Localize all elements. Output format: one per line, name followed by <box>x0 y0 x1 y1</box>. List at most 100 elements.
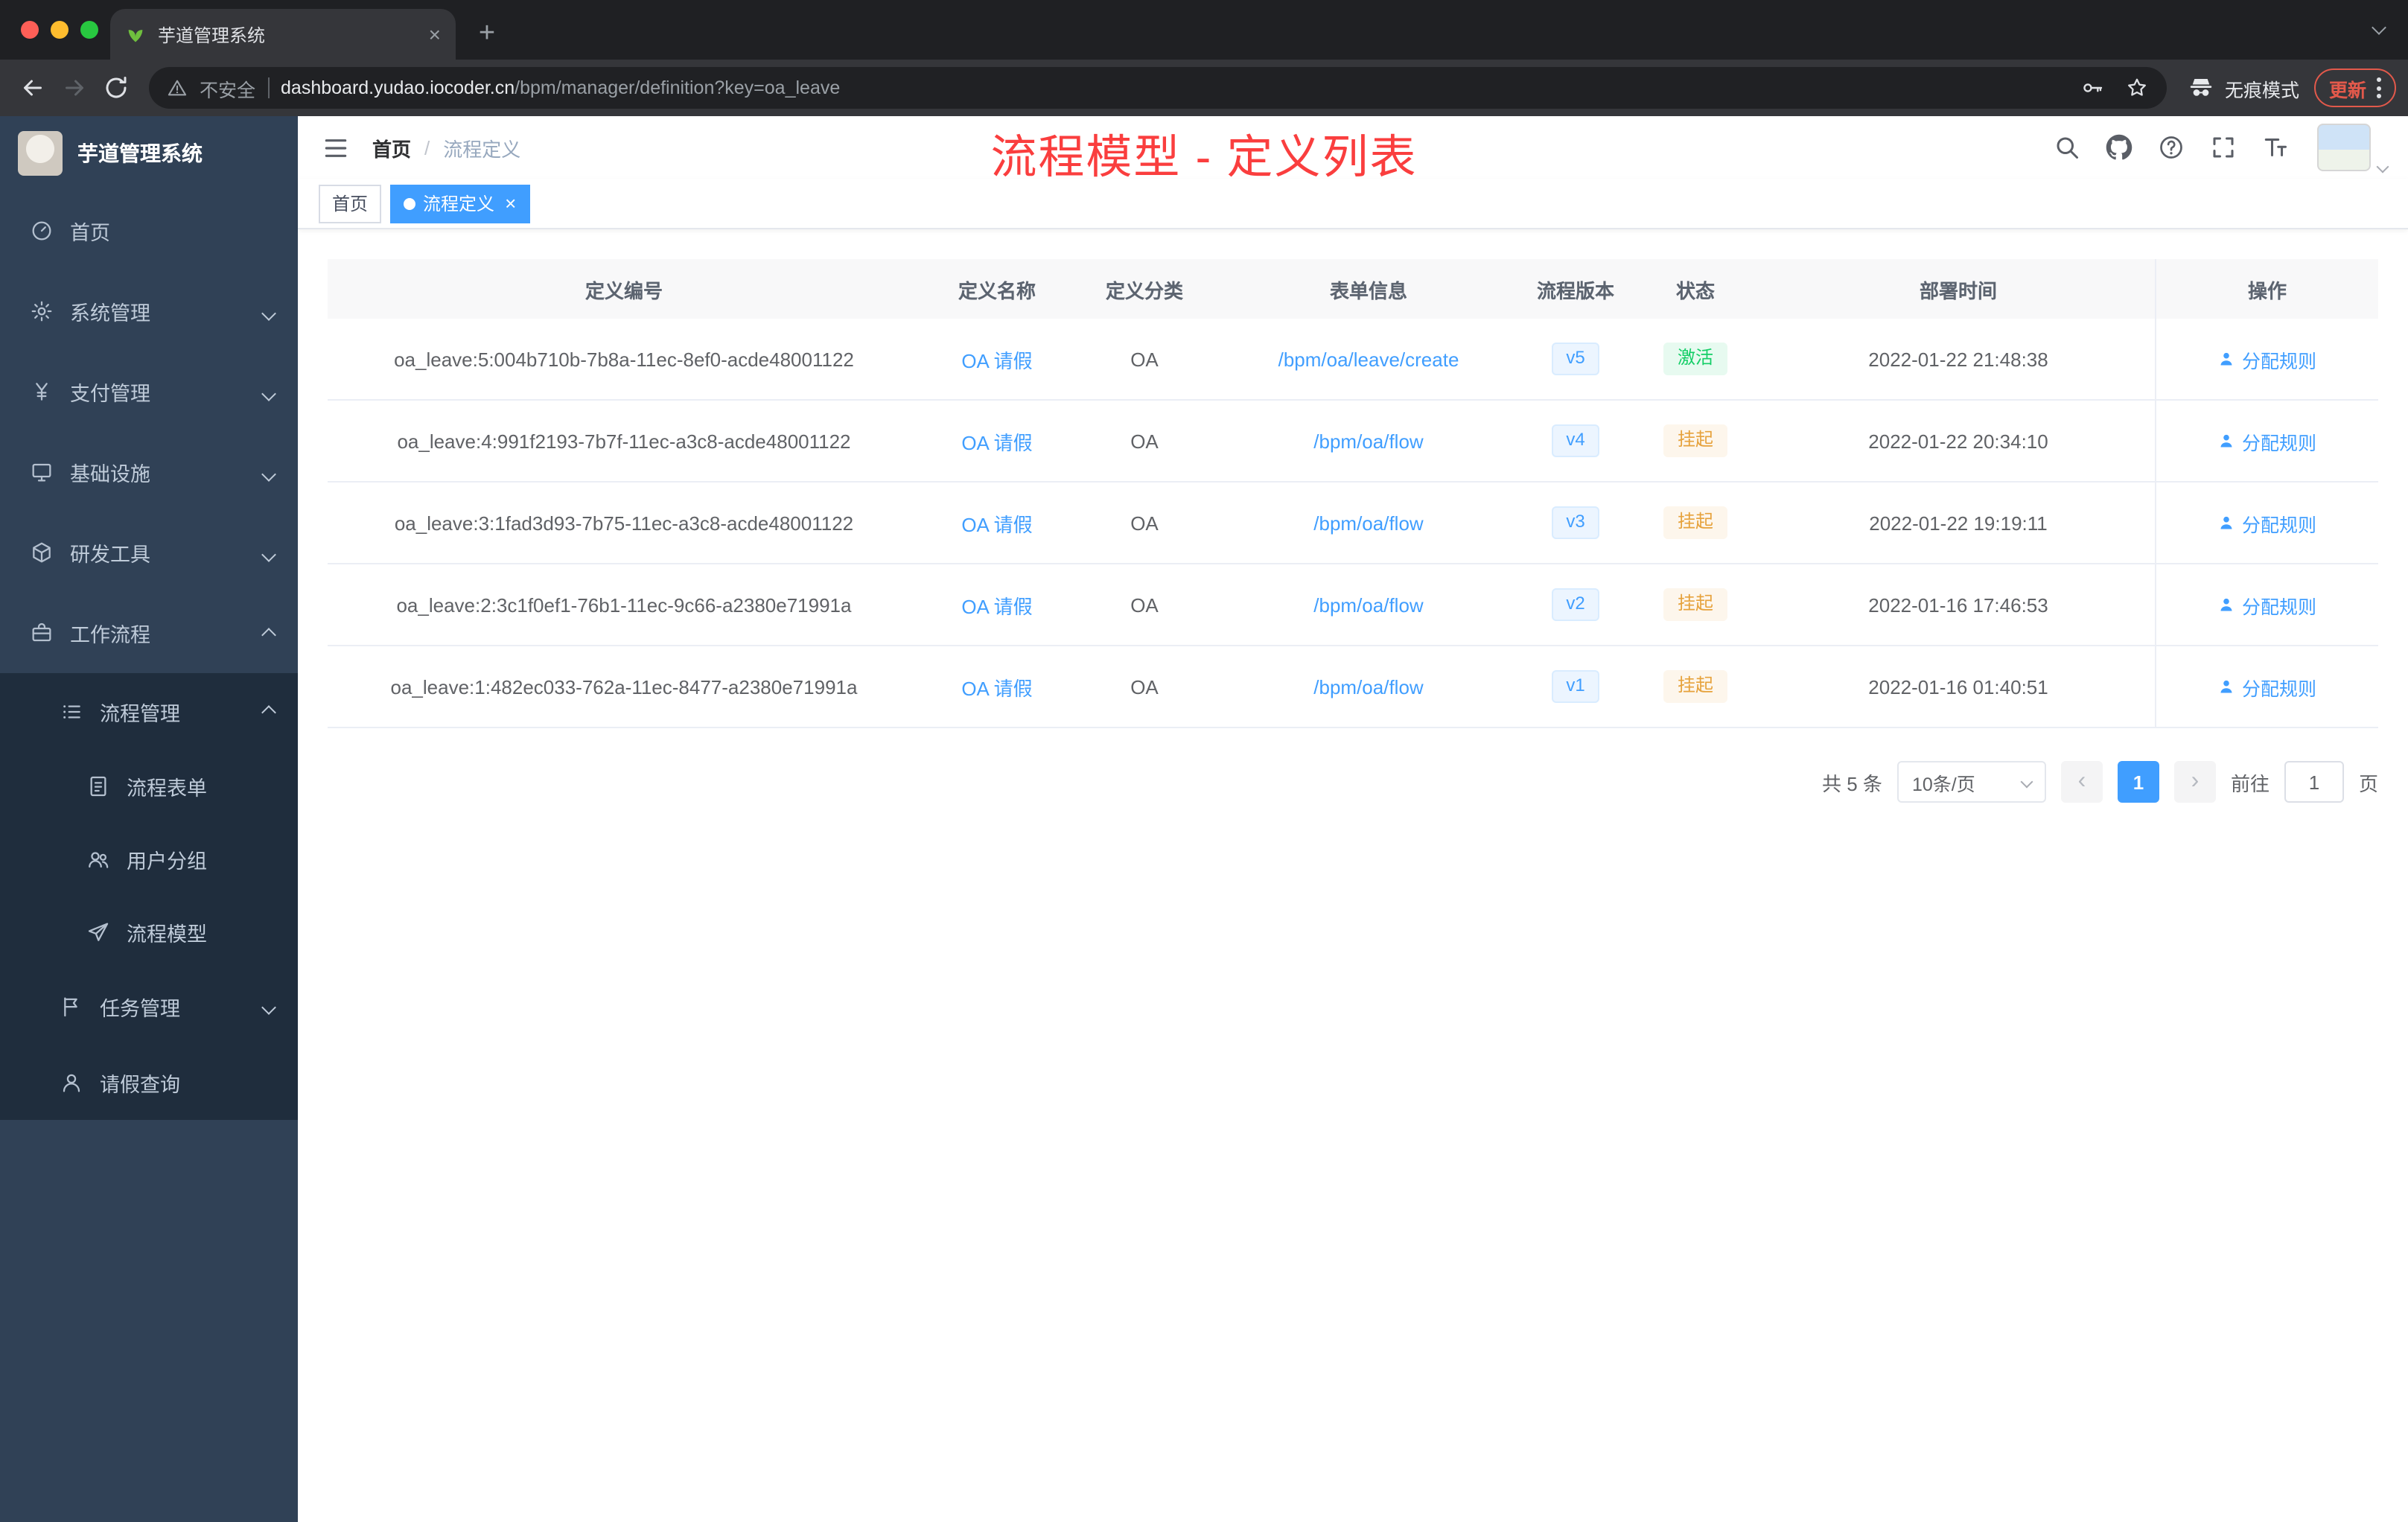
breadcrumb-home[interactable]: 首页 <box>372 133 411 162</box>
address-bar[interactable]: 不安全 dashboard.yudao.iocoder.cn/bpm/manag… <box>149 67 2167 109</box>
browser-tab[interactable]: 芋道管理系统 × <box>110 9 456 60</box>
status-badge: 挂起 <box>1663 424 1727 457</box>
reload-button[interactable] <box>95 67 137 109</box>
definition-category: OA <box>1130 512 1159 534</box>
avatar[interactable] <box>2317 124 2371 171</box>
menu-dots-icon[interactable] <box>2377 77 2381 98</box>
sidebar-item-process-model[interactable]: 流程模型 <box>0 895 298 968</box>
tag-home[interactable]: 首页 <box>319 184 382 223</box>
tag-process-definition[interactable]: 流程定义 × <box>390 184 530 223</box>
deploy-time: 2022-01-22 21:48:38 <box>1868 348 2048 370</box>
form-link[interactable]: /bpm/oa/flow <box>1313 593 1423 616</box>
column-header: 定义名称 <box>958 279 1036 302</box>
github-icon[interactable] <box>2106 134 2133 161</box>
sidebar-toggle-button[interactable] <box>319 131 351 164</box>
assign-rule-link[interactable]: 分配规则 <box>2218 427 2316 455</box>
back-button[interactable] <box>12 67 54 109</box>
definition-id: oa_leave:5:004b710b-7b8a-11ec-8ef0-acde4… <box>394 348 854 370</box>
page-1-button[interactable]: 1 <box>2117 761 2159 803</box>
list-icon <box>63 704 80 718</box>
status-badge: 挂起 <box>1663 588 1727 621</box>
form-link[interactable]: /bpm/oa/flow <box>1313 675 1423 698</box>
font-size-icon[interactable] <box>2262 134 2289 161</box>
sidebar-item-workflow[interactable]: 工作流程 <box>0 593 298 673</box>
sidebar-item-label: 研发工具 <box>70 544 150 566</box>
definition-name-link[interactable]: OA 请假 <box>961 509 1032 537</box>
person-icon <box>2221 434 2233 448</box>
column-header: 流程版本 <box>1536 279 1614 302</box>
sidebar-item-process-management[interactable]: 流程管理 <box>0 673 298 749</box>
new-tab-button[interactable]: + <box>465 12 509 57</box>
logo-title: 芋道管理系统 <box>77 141 203 165</box>
column-header: 状态 <box>1675 279 1715 302</box>
content-panel: 定义编号 定义名称 定义分类 表单信息 流程版本 状态 部署时间 操作 oa_l… <box>298 229 2408 1522</box>
assign-rule-link[interactable]: 分配规则 <box>2218 590 2316 619</box>
status-badge: 挂起 <box>1663 506 1727 539</box>
breadcrumb-separator: / <box>424 136 430 159</box>
definition-id: oa_leave:2:3c1f0ef1-76b1-11ec-9c66-a2380… <box>396 593 852 616</box>
sidebar-item-user-group[interactable]: 用户分组 <box>0 822 298 895</box>
tag-close-icon[interactable]: × <box>505 192 516 214</box>
chevron-down-icon <box>261 380 276 403</box>
definition-name-link[interactable]: OA 请假 <box>961 427 1032 455</box>
browser-toolbar: 不安全 dashboard.yudao.iocoder.cn/bpm/manag… <box>0 60 2408 116</box>
goto-page-input[interactable] <box>2284 761 2344 803</box>
sidebar-item-devtools[interactable]: 研发工具 <box>0 512 298 593</box>
chevron-up-icon <box>261 622 276 644</box>
paper-plane-icon <box>88 922 109 940</box>
user-menu[interactable] <box>2317 124 2389 173</box>
sidebar-item-label: 工作流程 <box>70 624 150 646</box>
form-link[interactable]: /bpm/oa/flow <box>1313 430 1423 452</box>
sidebar-item-task-management[interactable]: 任务管理 <box>0 968 298 1044</box>
zoom-window-button[interactable] <box>80 21 98 39</box>
page-size-select[interactable]: 10条/页 <box>1896 761 2046 803</box>
bookmark-star-icon[interactable] <box>2125 76 2149 100</box>
chevron-up-icon <box>261 700 276 722</box>
update-browser-button[interactable]: 更新 <box>2313 69 2396 107</box>
sidebar-item-label: 请假查询 <box>100 1073 180 1095</box>
update-label: 更新 <box>2328 80 2366 101</box>
person-icon <box>2221 352 2233 366</box>
close-window-button[interactable] <box>21 21 39 39</box>
definition-category: OA <box>1130 593 1159 616</box>
next-page-button[interactable]: › <box>2173 761 2216 803</box>
form-link[interactable]: /bpm/oa/flow <box>1313 512 1423 534</box>
column-header: 定义分类 <box>1105 279 1183 302</box>
fullscreen-icon[interactable] <box>2210 134 2237 161</box>
password-key-icon[interactable] <box>2080 76 2104 100</box>
tab-close-icon[interactable]: × <box>429 22 441 46</box>
sidebar-logo[interactable]: 芋道管理系统 <box>0 116 298 191</box>
chevron-down-icon <box>261 995 276 1017</box>
definition-name-link[interactable]: OA 请假 <box>961 672 1032 701</box>
minimize-window-button[interactable] <box>51 21 69 39</box>
form-link[interactable]: /bpm/oa/leave/create <box>1278 348 1459 370</box>
sidebar-item-label: 首页 <box>70 222 110 244</box>
sidebar-item-label: 基础设施 <box>70 463 150 485</box>
sidebar-item-leave-query[interactable]: 请假查询 <box>0 1044 298 1120</box>
prev-page-button[interactable]: ‹ <box>2060 761 2103 803</box>
search-icon[interactable] <box>2054 134 2080 161</box>
assign-rule-link[interactable]: 分配规则 <box>2218 672 2316 701</box>
table-row: oa_leave:3:1fad3d93-7b75-11ec-a3c8-acde4… <box>328 483 2378 564</box>
assign-rule-link[interactable]: 分配规则 <box>2218 509 2316 537</box>
sidebar-item-system[interactable]: 系统管理 <box>0 271 298 351</box>
sidebar-item-infrastructure[interactable]: 基础设施 <box>0 432 298 512</box>
definition-id: oa_leave:3:1fad3d93-7b75-11ec-a3c8-acde4… <box>394 512 854 534</box>
document-icon <box>90 775 106 796</box>
not-secure-label: 不安全 <box>200 80 256 101</box>
total-count: 共 5 条 <box>1822 772 1882 795</box>
sidebar-item-process-form[interactable]: 流程表单 <box>0 749 298 822</box>
breadcrumb-current: 流程定义 <box>443 138 521 160</box>
help-icon[interactable] <box>2158 134 2185 161</box>
sidebar: 芋道管理系统 首页 系统管理 支付管理 基础设施 研发工具 工作流程 流程管理 … <box>0 116 298 1522</box>
incognito-icon <box>2190 79 2212 96</box>
tag-label: 首页 <box>332 194 369 214</box>
tab-search-chevron-icon[interactable] <box>2372 13 2386 40</box>
definition-name-link[interactable]: OA 请假 <box>961 590 1032 619</box>
avatar-dropdown-chevron-icon <box>2376 160 2389 173</box>
assign-rule-link[interactable]: 分配规则 <box>2218 345 2316 373</box>
forward-button[interactable] <box>54 67 95 109</box>
sidebar-item-payment[interactable]: 支付管理 <box>0 351 298 432</box>
definition-name-link[interactable]: OA 请假 <box>961 345 1032 373</box>
sidebar-item-home[interactable]: 首页 <box>0 191 298 271</box>
